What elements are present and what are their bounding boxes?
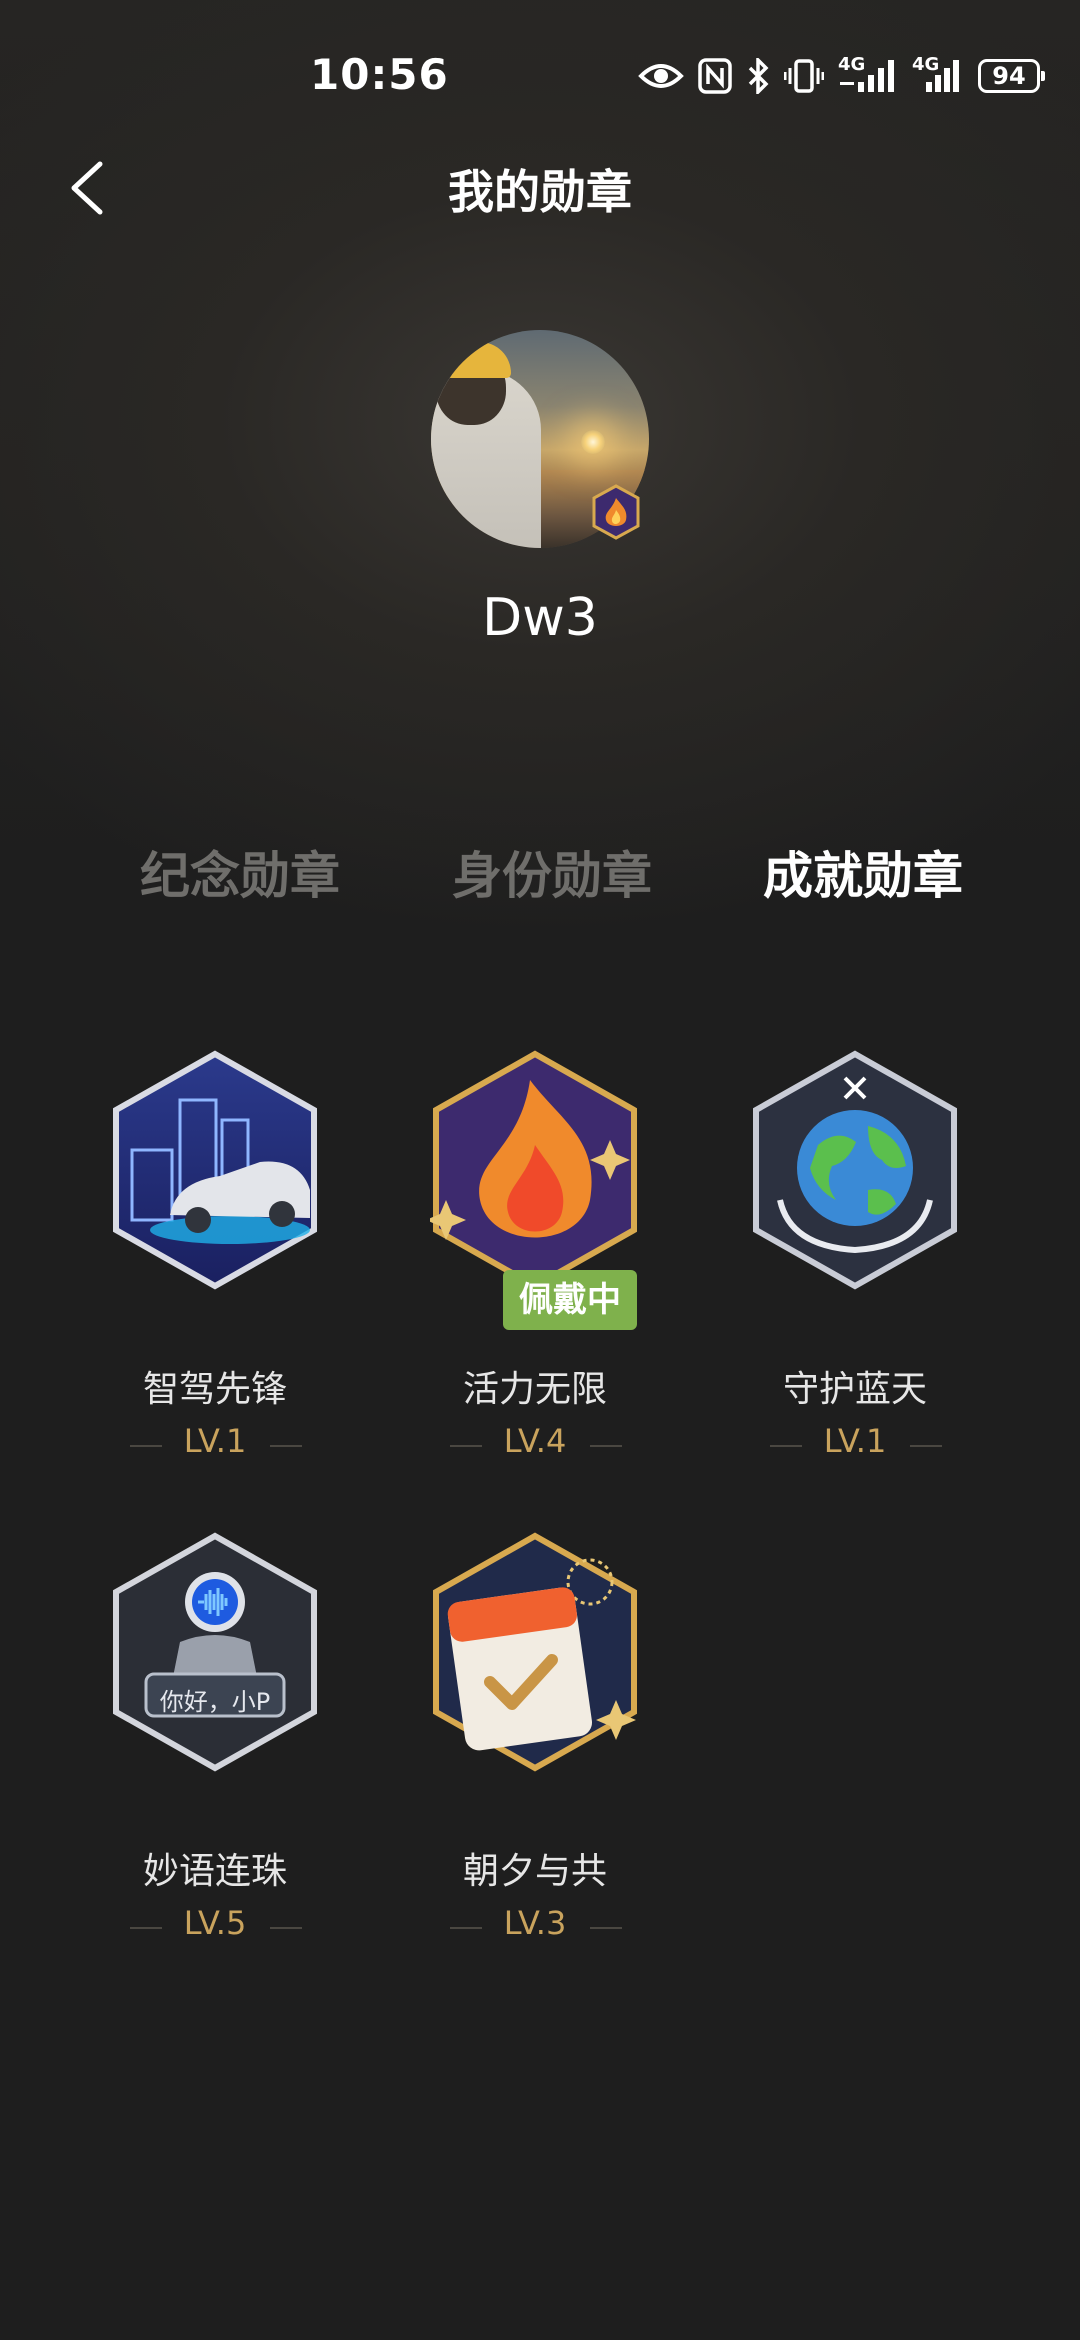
badge-level: LV.1 [823,1422,887,1460]
avatar-sun [581,430,605,454]
badge-card[interactable]: 佩戴中 活力无限 LV.4 [380,1050,680,1470]
flame-badge-icon [592,484,640,540]
divider [910,1445,942,1447]
signal-group-2: 4G [912,54,964,94]
badge-level: LV.3 [503,1904,567,1942]
divider [270,1445,302,1447]
status-bar: 10:56 4G 4G 94 [0,0,1080,160]
battery-icon: 94 [978,59,1045,93]
username: Dw3 [482,588,598,648]
divider [590,1927,622,1929]
robot-greeting: 你好，小P [159,1688,271,1716]
badge-card[interactable]: 你好，小P 妙语连珠 LV.5 [60,1532,360,1952]
badge-card[interactable]: 智驾先锋 LV.1 [60,1050,360,1470]
badge-level: LV.1 [183,1422,247,1460]
status-time: 10:56 [310,50,449,99]
badge-level: LV.4 [503,1422,567,1460]
tab-achievement[interactable]: 成就勋章 [733,836,993,908]
signal-icon [840,60,894,92]
robot-voice-icon [113,1532,317,1772]
battery-level: 94 [992,62,1026,90]
tab-bar: 纪念勋章 身份勋章 成就勋章 [0,836,1080,906]
badge-card[interactable]: 朝夕与共 LV.3 [380,1532,680,1952]
status-icons: 4G 4G 94 [638,54,1045,96]
page-title: 我的勋章 [448,165,632,219]
signal-group-1: 4G [838,54,898,94]
badge-name: 朝夕与共 [462,1851,607,1892]
badge-card[interactable]: 守护蓝天 LV.1 [700,1050,1000,1470]
earth-hands-icon [753,1050,957,1290]
flame-icon [430,1050,637,1290]
tab-identity[interactable]: 身份勋章 [422,836,682,908]
bluetooth-icon [748,58,769,94]
calendar-check-icon [433,1532,637,1772]
badge-name: 智驾先锋 [142,1369,287,1410]
wearing-badge: 佩戴中 [503,1270,637,1330]
car-city-icon [113,1050,317,1290]
badge-level: LV.5 [183,1904,247,1942]
tab-memorial[interactable]: 纪念勋章 [110,836,370,908]
signal-icon [926,60,959,92]
badge-name: 守护蓝天 [782,1369,927,1410]
divider [590,1445,622,1447]
badge-name: 妙语连珠 [142,1851,287,1892]
vibrate-icon [784,59,824,93]
eye-icon [638,64,684,88]
badge-name: 活力无限 [462,1369,607,1410]
nfc-icon [698,58,732,94]
divider [270,1927,302,1929]
